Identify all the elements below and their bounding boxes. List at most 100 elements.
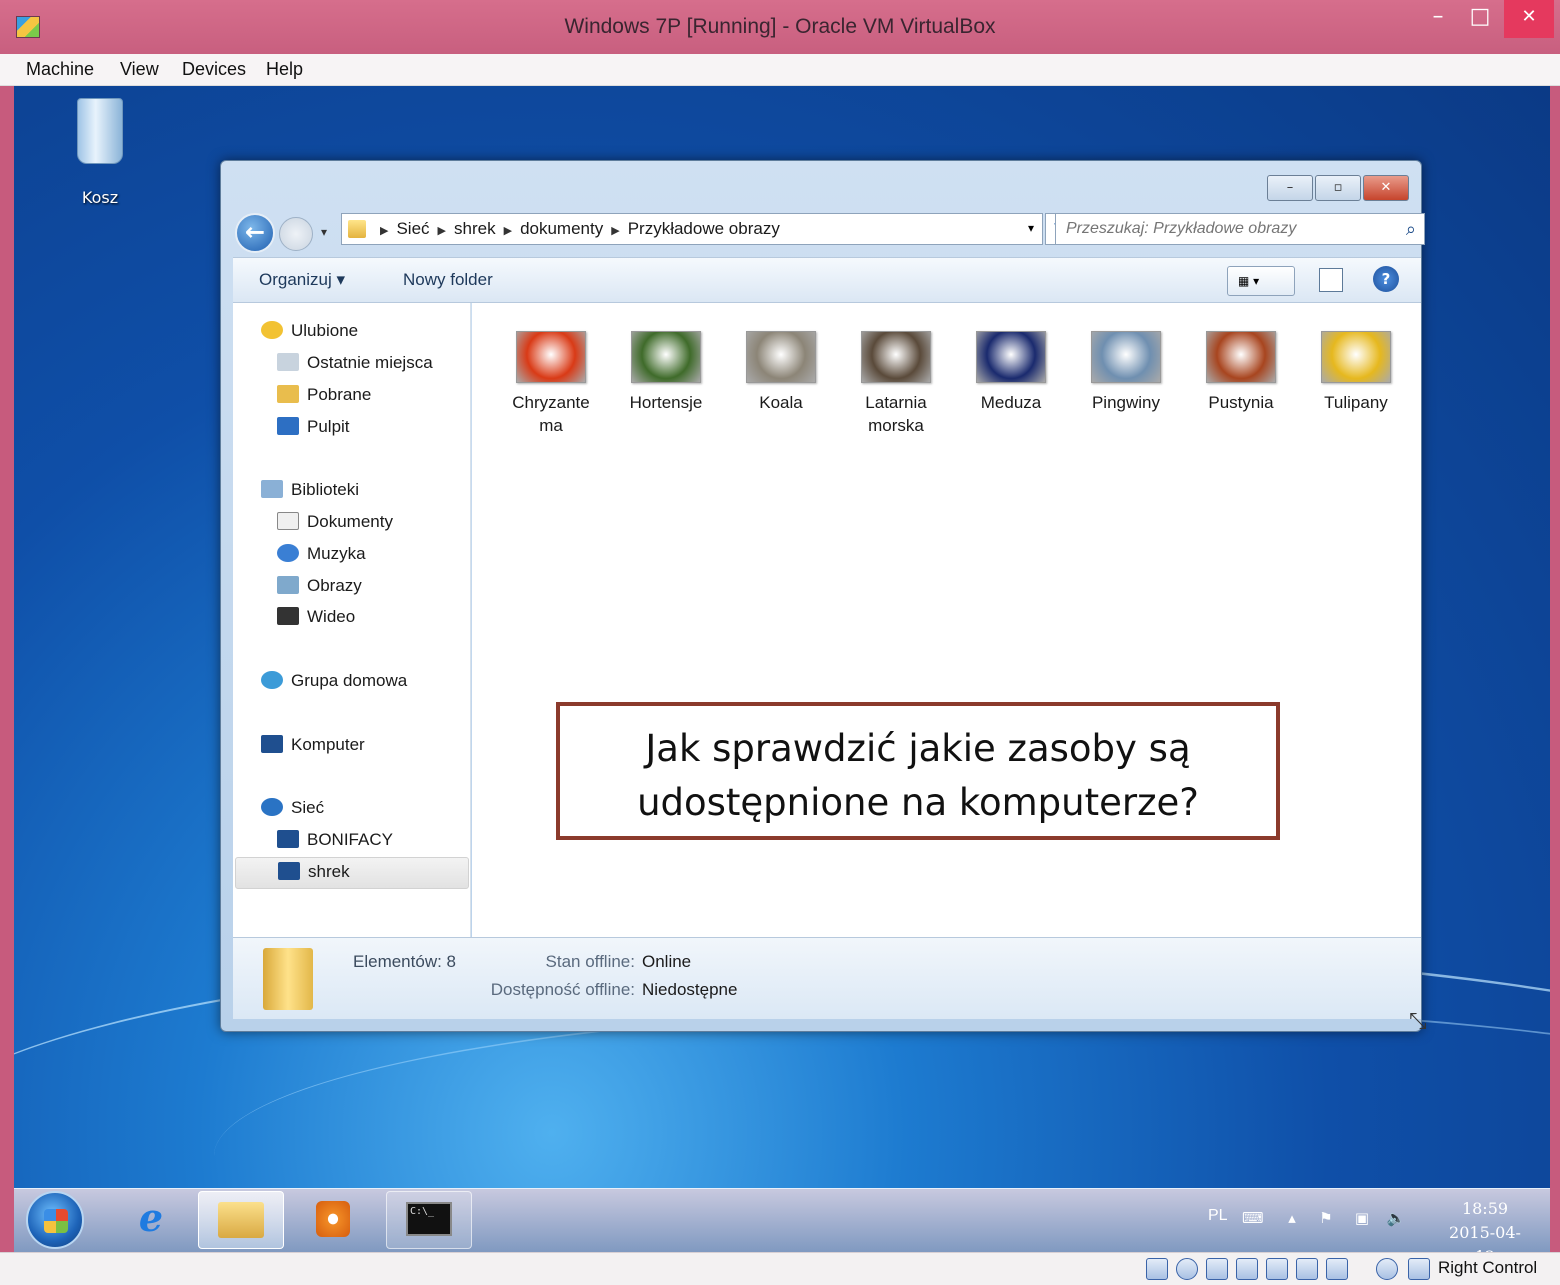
- command-bar: Organizuj ▾ Nowy folder ▦ ▾ ?: [233, 257, 1421, 303]
- optical-drive-icon[interactable]: [1176, 1258, 1198, 1280]
- display-icon[interactable]: [1296, 1258, 1318, 1280]
- desktop-icon: [277, 417, 299, 435]
- start-button[interactable]: [26, 1191, 84, 1249]
- search-box[interactable]: ⌕: [1055, 213, 1425, 245]
- breadcrumb-separator-icon[interactable]: ▶: [611, 225, 619, 237]
- file-item[interactable]: Pingwiny: [1071, 331, 1181, 414]
- breadcrumb-shrek[interactable]: shrek: [454, 219, 496, 238]
- explorer-minimize-button[interactable]: –: [1267, 175, 1313, 201]
- file-item[interactable]: Pustynia: [1186, 331, 1296, 414]
- chevron-down-icon: ▾: [1253, 274, 1260, 288]
- taskbar-command-prompt[interactable]: C:\_: [386, 1191, 472, 1249]
- offline-state-value: Online: [642, 952, 692, 971]
- nav-recent-places[interactable]: Ostatnie miejsca: [277, 353, 433, 373]
- keyboard-icon[interactable]: ⌨: [1242, 1209, 1264, 1229]
- explorer-close-button[interactable]: ✕: [1363, 175, 1409, 201]
- taskbar-media-player[interactable]: [290, 1191, 376, 1249]
- breadcrumb-separator-icon[interactable]: ▶: [504, 225, 512, 237]
- virtualbox-statusbar: Right Control: [0, 1252, 1560, 1285]
- show-hidden-icons-icon[interactable]: ▴: [1282, 1209, 1302, 1229]
- desktop-recycle-bin[interactable]: Kosz: [70, 98, 130, 207]
- nav-libraries[interactable]: Biblioteki: [261, 480, 359, 500]
- search-icon[interactable]: ⌕: [1406, 219, 1416, 240]
- file-item[interactable]: Latarnia morska: [841, 331, 951, 437]
- breadcrumb-separator-icon[interactable]: ▶: [380, 225, 388, 237]
- address-dropdown-icon[interactable]: ▾: [1028, 221, 1034, 235]
- host-key-icon[interactable]: [1408, 1258, 1430, 1280]
- command-prompt-icon: C:\_: [406, 1202, 452, 1236]
- shared-folders-icon[interactable]: [1266, 1258, 1288, 1280]
- file-item[interactable]: Hortensje: [611, 331, 721, 414]
- computer-icon: [261, 735, 283, 753]
- nav-computer[interactable]: Komputer: [261, 735, 365, 755]
- host-maximize-button[interactable]: □: [1458, 0, 1502, 38]
- nav-favorites[interactable]: Ulubione: [261, 321, 358, 341]
- volume-icon[interactable]: 🔈: [1386, 1209, 1406, 1229]
- nav-videos[interactable]: Wideo: [277, 607, 355, 627]
- breadcrumb-siec[interactable]: Sieć: [396, 219, 429, 238]
- host-close-button[interactable]: ✕: [1504, 0, 1554, 38]
- nav-network[interactable]: Sieć: [261, 798, 324, 818]
- question-callout: Jak sprawdzić jakie zasoby są udostępnio…: [556, 702, 1280, 840]
- back-button[interactable]: ←: [235, 213, 275, 253]
- nav-pictures[interactable]: Obrazy: [277, 576, 362, 596]
- arrow-left-icon: ←: [244, 218, 266, 246]
- nav-homegroup[interactable]: Grupa domowa: [261, 671, 407, 691]
- file-item[interactable]: Meduza: [956, 331, 1066, 414]
- menu-devices[interactable]: Devices: [182, 59, 246, 80]
- file-name: Tulipany: [1324, 393, 1388, 412]
- network-tray-icon[interactable]: ▣: [1352, 1209, 1372, 1229]
- nav-network-shrek[interactable]: shrek: [235, 857, 469, 889]
- nav-music[interactable]: Muzyka: [277, 544, 366, 564]
- image-thumbnail: [516, 331, 586, 383]
- taskbar-internet-explorer[interactable]: e: [108, 1191, 194, 1249]
- image-thumbnail: [1321, 331, 1391, 383]
- details-pane: Elementów: 8 Stan offline: Online Dostęp…: [233, 937, 1421, 1019]
- resize-handle-icon[interactable]: ⤡: [1409, 1009, 1427, 1034]
- new-folder-button[interactable]: Nowy folder: [403, 270, 493, 290]
- file-name: Meduza: [980, 393, 1042, 412]
- host-minimize-button[interactable]: –: [1420, 0, 1456, 38]
- file-item[interactable]: Koala: [726, 331, 836, 414]
- breadcrumb-dokumenty[interactable]: dokumenty: [520, 219, 603, 238]
- file-item[interactable]: Tulipany: [1301, 331, 1411, 414]
- recycle-bin-icon: [77, 98, 123, 164]
- menu-machine[interactable]: Machine: [26, 59, 94, 80]
- network-adapter-icon[interactable]: [1236, 1258, 1258, 1280]
- nav-desktop[interactable]: Pulpit: [277, 417, 350, 437]
- hard-disk-icon[interactable]: [1146, 1258, 1168, 1280]
- file-name: Latarnia morska: [865, 393, 927, 435]
- change-view-button[interactable]: ▦ ▾: [1227, 266, 1295, 296]
- breadcrumb-przykladowe-obrazy[interactable]: Przykładowe obrazy: [628, 219, 780, 238]
- nav-downloads[interactable]: Pobrane: [277, 385, 371, 405]
- nav-documents[interactable]: Dokumenty: [277, 512, 393, 532]
- explorer-maximize-button[interactable]: ▫: [1315, 175, 1361, 201]
- file-list: Chryzante ma Hortensje Koala Latarnia mors…: [472, 303, 1421, 937]
- nav-network-bonifacy[interactable]: BONIFACY: [277, 830, 393, 850]
- language-indicator[interactable]: PL: [1208, 1207, 1228, 1225]
- file-name: Pustynia: [1208, 393, 1274, 412]
- image-thumbnail: [746, 331, 816, 383]
- usb-icon[interactable]: [1206, 1258, 1228, 1280]
- address-bar[interactable]: ▶ Sieć ▶ shrek ▶ dokumenty ▶ Przykładowe obrazy…: [341, 213, 1043, 245]
- file-name: Hortensje: [629, 393, 703, 412]
- preview-pane-button[interactable]: [1319, 268, 1343, 292]
- offline-availability-label: Dostępność offline:: [490, 980, 635, 999]
- organize-button[interactable]: Organizuj ▾: [259, 270, 345, 290]
- cpu-activity-icon[interactable]: [1376, 1258, 1398, 1280]
- breadcrumb-separator-icon[interactable]: ▶: [438, 225, 446, 237]
- recent-pages-dropdown[interactable]: ▾: [321, 225, 327, 239]
- file-name: Pingwiny: [1091, 393, 1161, 412]
- taskbar-windows-explorer[interactable]: [198, 1191, 284, 1249]
- file-item[interactable]: Chryzante ma: [496, 331, 606, 437]
- action-center-flag-icon[interactable]: ⚑: [1316, 1209, 1336, 1229]
- network-icon: [261, 798, 283, 816]
- video-capture-icon[interactable]: [1326, 1258, 1348, 1280]
- computer-icon: [277, 830, 299, 848]
- menu-help[interactable]: Help: [266, 59, 303, 80]
- forward-button[interactable]: [279, 217, 313, 251]
- help-button[interactable]: ?: [1373, 266, 1399, 292]
- search-input[interactable]: [1066, 215, 1386, 243]
- menu-view[interactable]: View: [120, 59, 159, 80]
- image-thumbnail: [976, 331, 1046, 383]
